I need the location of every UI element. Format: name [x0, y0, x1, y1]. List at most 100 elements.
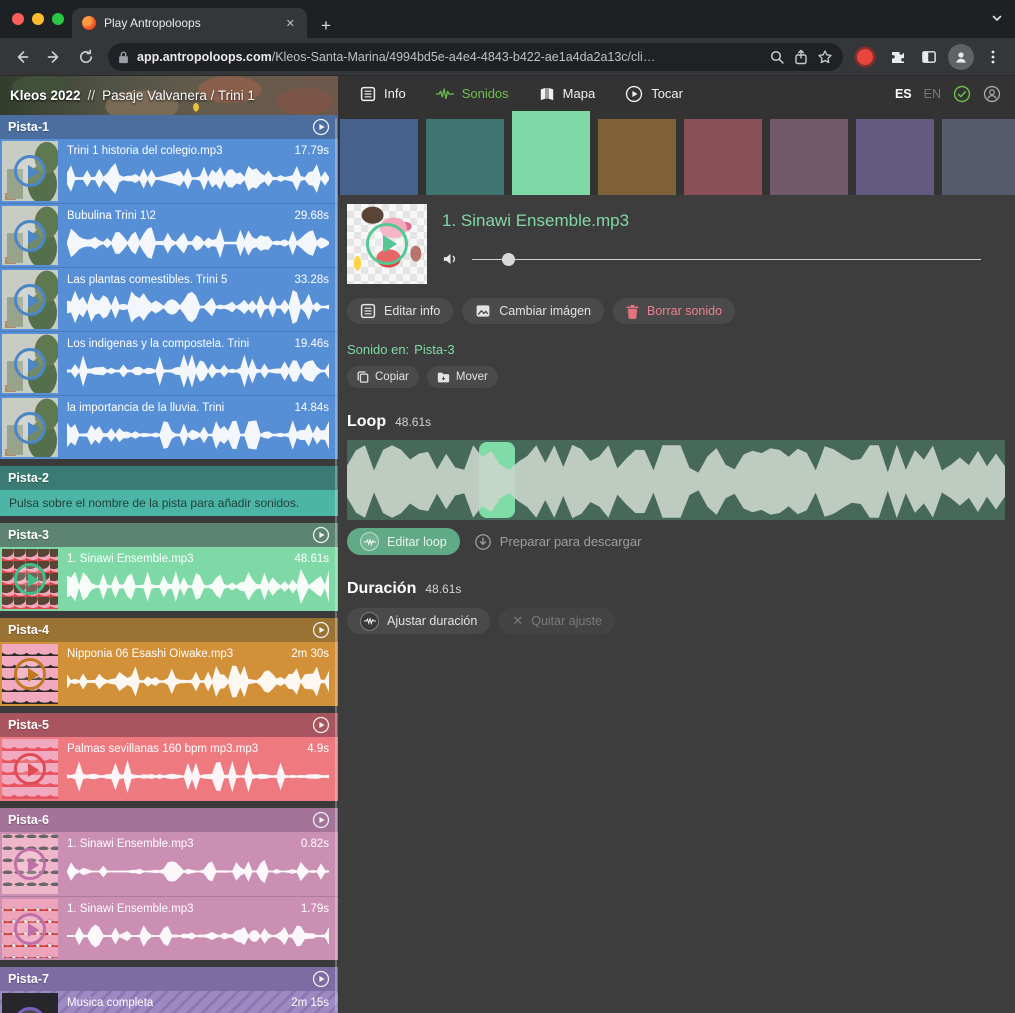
track-play-button[interactable] — [312, 621, 330, 639]
color-swatch-8[interactable] — [942, 119, 1015, 195]
recording-extension-icon[interactable] — [851, 43, 879, 71]
clip-play-icon[interactable] — [14, 348, 46, 380]
track-header[interactable]: Pista-5 — [0, 713, 338, 737]
volume-slider[interactable] — [472, 252, 981, 266]
lock-icon[interactable] — [118, 50, 129, 64]
clip-row[interactable]: Trini 1 historia del colegio.mp317.79s — [0, 139, 338, 203]
clip-play-icon[interactable] — [14, 220, 46, 252]
reload-button[interactable] — [72, 43, 100, 71]
lang-es[interactable]: ES — [895, 87, 912, 101]
clip-row[interactable]: Las plantas comestibles. Trini 533.28s — [0, 267, 338, 331]
clip-row[interactable]: Bubulina Trini 1\229.68s — [0, 203, 338, 267]
track-name[interactable]: Pista-2 — [8, 471, 49, 485]
track-play-button[interactable] — [312, 811, 330, 829]
clip-row[interactable]: Palmas sevillanas 160 bpm mp3.mp34.9s — [0, 737, 338, 801]
share-icon[interactable] — [793, 49, 809, 65]
delete-sound-button[interactable]: Borrar sonido — [613, 298, 735, 324]
clip-play-icon[interactable] — [14, 284, 46, 316]
clip-play-icon[interactable] — [14, 848, 46, 880]
track-link[interactable]: Pista-3 — [414, 342, 454, 357]
new-tab-button[interactable]: + — [321, 17, 331, 34]
track-header[interactable]: Pista-6 — [0, 808, 338, 832]
color-swatch-1[interactable] — [340, 119, 418, 195]
clip-play-icon[interactable] — [14, 913, 46, 945]
track-header[interactable]: Pista-3 — [0, 523, 338, 547]
track-play-button[interactable] — [312, 970, 330, 988]
clip-play-icon[interactable] — [14, 563, 46, 595]
speaker-icon[interactable] — [442, 252, 459, 266]
track-header[interactable]: Pista-1 — [0, 115, 338, 139]
close-window-button[interactable] — [12, 13, 24, 25]
clip-duration: 48.61s — [294, 553, 329, 565]
breadcrumb-project[interactable]: Kleos 2022 — [10, 88, 81, 103]
sidebar-scrollbar[interactable] — [335, 118, 337, 1011]
track-name[interactable]: Pista-1 — [8, 120, 49, 134]
clip-row[interactable]: 1. Sinawi Ensemble.mp31.79s — [0, 896, 338, 960]
loop-waveform-panel[interactable] — [347, 440, 1005, 520]
track-header[interactable]: Pista-4 — [0, 618, 338, 642]
nav-item-sonidos[interactable]: Sonidos — [436, 85, 509, 103]
track-play-button[interactable] — [312, 118, 330, 136]
breadcrumb-session[interactable]: Pasaje Valvanera / Trini 1 — [102, 88, 255, 103]
trash-icon — [626, 304, 639, 319]
lang-en[interactable]: EN — [924, 87, 941, 101]
remove-adjust-button[interactable]: ✕ Quitar ajuste — [499, 608, 615, 634]
track-name[interactable]: Pista-6 — [8, 813, 49, 827]
minimize-window-button[interactable] — [32, 13, 44, 25]
track-play-button[interactable] — [312, 526, 330, 544]
color-swatch-2[interactable] — [426, 119, 504, 195]
sound-play-icon[interactable] — [366, 223, 408, 265]
track-play-button[interactable] — [312, 716, 330, 734]
clip-row[interactable]: Los indigenas y la compostela. Trini19.4… — [0, 331, 338, 395]
color-swatch-4[interactable] — [598, 119, 676, 195]
track-name[interactable]: Pista-3 — [8, 528, 49, 542]
sync-check-icon[interactable] — [953, 85, 971, 103]
clip-play-icon[interactable] — [14, 1007, 46, 1013]
clip-row[interactable]: Nipponia 06 Esashi Oiwake.mp32m 30s — [0, 642, 338, 706]
clip-row[interactable]: 1. Sinawi Ensemble.mp30.82s — [0, 832, 338, 896]
zoom-window-button[interactable] — [52, 13, 64, 25]
nav-item-mapa[interactable]: Mapa — [539, 86, 596, 102]
tab-close-icon[interactable]: ✕ — [282, 15, 299, 32]
sound-thumbnail[interactable] — [347, 204, 427, 284]
track-name[interactable]: Pista-5 — [8, 718, 49, 732]
nav-item-info[interactable]: Info — [360, 86, 406, 102]
color-swatch-3-selected[interactable] — [512, 111, 590, 195]
browser-tab[interactable]: Play Antropoloops ✕ — [72, 8, 307, 38]
track-header[interactable]: Pista-2 — [0, 466, 338, 490]
change-image-button[interactable]: Cambiar imágen — [462, 298, 604, 324]
color-swatch-6[interactable] — [770, 119, 848, 195]
extensions-puzzle-icon[interactable] — [883, 43, 911, 71]
track-name[interactable]: Pista-4 — [8, 623, 49, 637]
clip-play-icon[interactable] — [14, 155, 46, 187]
clip-play-icon[interactable] — [14, 753, 46, 785]
side-panel-icon[interactable] — [915, 43, 943, 71]
browser-menu-icon[interactable] — [979, 43, 1007, 71]
project-breadcrumb[interactable]: Kleos 2022 // Pasaje Valvanera / Trini 1 — [0, 76, 338, 115]
prepare-download-button[interactable]: Preparar para descargar — [474, 533, 642, 551]
copy-button[interactable]: Copiar — [347, 366, 419, 388]
clip-play-icon[interactable] — [14, 658, 46, 690]
edit-loop-button[interactable]: Editar loop — [347, 528, 460, 555]
clip-row-selected[interactable]: 1. Sinawi Ensemble.mp348.61s — [0, 547, 338, 611]
profile-avatar[interactable] — [947, 43, 975, 71]
clip-play-icon[interactable] — [14, 412, 46, 444]
color-swatch-7[interactable] — [856, 119, 934, 195]
clip-row[interactable]: la importancia de la lluvia. Trini14.84s — [0, 395, 338, 459]
track-name[interactable]: Pista-7 — [8, 972, 49, 986]
tab-search-chevron-icon[interactable] — [989, 10, 1005, 26]
move-button[interactable]: Mover — [427, 366, 498, 388]
clip-row[interactable]: Musica completa2m 15s — [0, 991, 338, 1013]
zoom-page-icon[interactable] — [769, 49, 785, 65]
account-icon[interactable] — [983, 85, 1001, 103]
adjust-duration-button[interactable]: Ajustar duración — [347, 608, 490, 634]
volume-slider-thumb[interactable] — [502, 253, 515, 266]
color-swatch-5[interactable] — [684, 119, 762, 195]
track-header[interactable]: Pista-7 — [0, 967, 338, 991]
edit-info-button[interactable]: Editar info — [347, 298, 453, 324]
nav-item-tocar[interactable]: Tocar — [625, 85, 683, 103]
bookmark-star-icon[interactable] — [817, 49, 833, 65]
back-button[interactable] — [8, 43, 36, 71]
forward-button[interactable] — [40, 43, 68, 71]
address-bar[interactable]: app.antropoloops.com/Kleos-Santa-Marina/… — [108, 43, 843, 71]
